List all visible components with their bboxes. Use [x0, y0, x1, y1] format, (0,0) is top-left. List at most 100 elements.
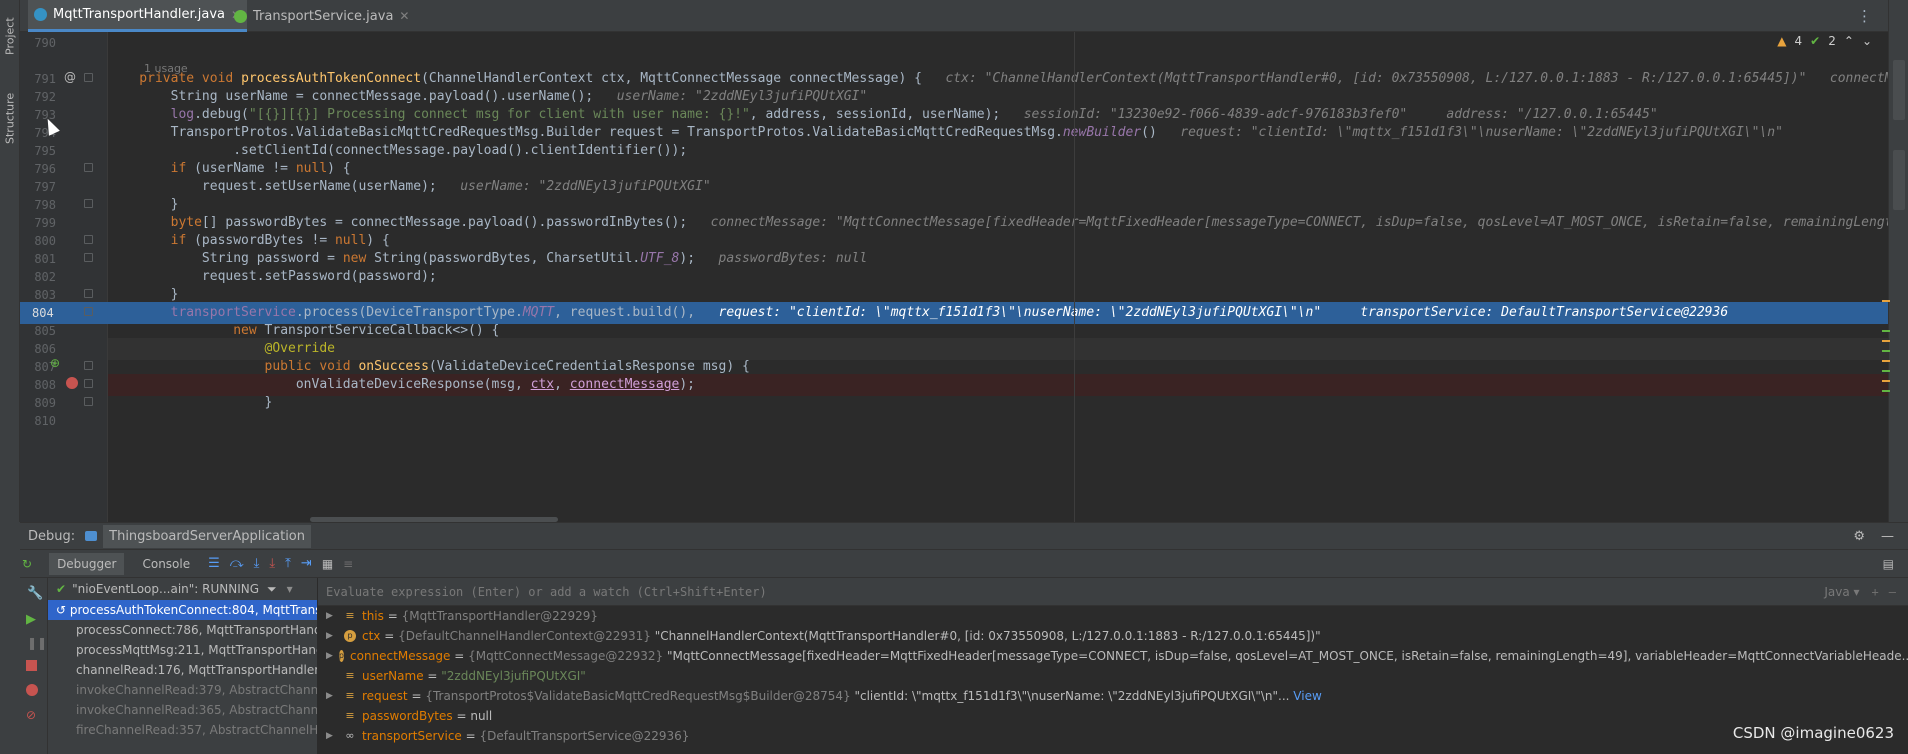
language-selector[interactable]: Java ▾: [1824, 585, 1859, 599]
fold-icon[interactable]: [84, 307, 93, 316]
filter-icon[interactable]: ⏷: [267, 582, 277, 597]
evaluate-expression-icon[interactable]: ▦: [322, 557, 333, 571]
code-token: (): [1141, 125, 1181, 140]
code-token: if: [108, 233, 195, 248]
code-token: ) {: [366, 233, 390, 248]
variable-name: ctx: [362, 629, 381, 643]
trace-stream-icon[interactable]: ≡: [343, 557, 353, 571]
expand-icon[interactable]: ▶: [326, 726, 338, 746]
resume-icon[interactable]: ▶: [26, 612, 36, 627]
variable-row[interactable]: ▶ ≡ this = {MqttTransportHandler@22929}: [318, 606, 1908, 626]
variable-row[interactable]: ≡ userName = "2zddNEyl3jufiPQUtXGI": [318, 666, 1908, 686]
inline-debug-value: request: "clientId: \"mqttx_f151d1f3\"\n…: [1180, 125, 1783, 140]
error-stripe-mark[interactable]: [1882, 380, 1890, 382]
variable-row[interactable]: ▶ ≡ request = {TransportProtos$ValidateBas…: [318, 686, 1908, 706]
code-token: );: [679, 377, 696, 392]
stack-frame[interactable]: ↺ processAuthTokenConnect:804, MqttTrans…: [48, 600, 317, 620]
code-line-810[interactable]: [108, 410, 1888, 432]
notifications-tool-tab[interactable]: [1893, 150, 1905, 210]
stack-frame[interactable]: channelRead:176, MqttTransportHandler: [48, 660, 317, 680]
more-tabs-icon[interactable]: ⋮: [1857, 7, 1872, 25]
error-stripe-mark[interactable]: [1882, 330, 1890, 332]
fold-icon[interactable]: [84, 199, 93, 208]
variable-row[interactable]: ▶ ∞ transportService = {DefaultTransportSe…: [318, 726, 1908, 746]
error-stripe-mark[interactable]: [1882, 300, 1890, 302]
settings-gear-icon[interactable]: ⚙: [1853, 529, 1865, 544]
inline-debug-value: sessionId: "13230e92-f066-4839-adcf-9761…: [1023, 107, 1658, 122]
next-highlight-icon[interactable]: ⌄: [1862, 34, 1872, 48]
inspection-widget[interactable]: ▲ 4 ✔ 2 ⌃ ⌄: [1777, 34, 1872, 48]
database-tool-tab[interactable]: [1893, 60, 1905, 120]
breakpoint-icon[interactable]: [66, 377, 78, 389]
mute-breakpoints-icon[interactable]: ⊘: [26, 708, 36, 722]
view-link[interactable]: View: [1289, 686, 1321, 706]
override-icon[interactable]: ⊕: [50, 356, 60, 370]
variable-list: ▶ ≡ this = {MqttTransportHandler@22929} ▶ p…: [318, 606, 1908, 746]
run-to-cursor-icon[interactable]: ⇥: [301, 556, 312, 571]
expand-icon[interactable]: ▶: [326, 606, 338, 626]
variable-row[interactable]: ▶ p connectMessage = {MqttConnectMessage@2…: [318, 646, 1908, 666]
stack-frame[interactable]: processMqttMsg:211, MqttTransportHandler: [48, 640, 317, 660]
force-step-into-icon[interactable]: ⤓: [269, 556, 275, 571]
expand-icon[interactable]: ▶: [326, 626, 338, 646]
expand-icon[interactable]: ▶: [326, 646, 333, 666]
code-token: processAuthTokenConnect: [241, 71, 422, 86]
step-over-icon[interactable]: ⤼: [230, 556, 244, 571]
stack-frame[interactable]: invokeChannelRead:365, AbstractChannelHa…: [48, 700, 317, 720]
inline-debug-value: userName: "2zddNEyl3jufiPQUtXGI": [460, 179, 711, 194]
fold-icon[interactable]: [84, 361, 93, 370]
variable-row[interactable]: ≡ passwordBytes = null: [318, 706, 1908, 726]
previous-highlight-icon[interactable]: ⌃: [1844, 34, 1854, 48]
variable-row[interactable]: ▶ p ctx = {DefaultChannelHandlerContext@22…: [318, 626, 1908, 646]
tab-mqtt-transport-handler[interactable]: MqttTransportHandler.java ✕: [28, 0, 248, 32]
fold-icon[interactable]: [84, 289, 93, 298]
error-stripe-mark[interactable]: [1882, 390, 1890, 392]
close-icon[interactable]: ✕: [399, 9, 409, 23]
code-token: connectMessage: [569, 377, 680, 392]
stack-frame[interactable]: fireChannelRead:357, AbstractChannelHand…: [48, 720, 317, 740]
collapse-icon[interactable]: —: [1889, 585, 1896, 599]
view-breakpoints-icon[interactable]: [26, 684, 38, 696]
hide-panel-icon[interactable]: —: [1881, 529, 1894, 544]
expand-icon[interactable]: ▶: [326, 686, 338, 706]
fold-icon[interactable]: [84, 397, 93, 406]
fold-icon[interactable]: [84, 163, 93, 172]
add-watch-icon[interactable]: +: [1872, 585, 1879, 599]
evaluate-expression-input[interactable]: Evaluate expression (Enter) or add a wat…: [318, 578, 1908, 606]
rerun-icon[interactable]: ↻: [22, 557, 32, 571]
debug-config-tab[interactable]: ThingsboardServerApplication: [103, 524, 312, 548]
step-out-icon[interactable]: ⤒: [285, 556, 291, 571]
pause-icon[interactable]: ❚❚: [27, 636, 47, 650]
step-into-icon[interactable]: ⤓: [254, 556, 260, 571]
fold-icon[interactable]: [84, 253, 93, 262]
implementing-method-icon[interactable]: @: [64, 70, 76, 84]
wrench-icon[interactable]: 🔧: [27, 586, 43, 601]
thread-selector[interactable]: ✔ "nioEventLoop...ain": RUNNING ⏷ ▾: [48, 578, 317, 600]
error-stripe-mark[interactable]: [1882, 340, 1890, 342]
fold-icon[interactable]: [84, 73, 93, 82]
fold-icon[interactable]: [84, 379, 93, 388]
code-editor[interactable]: private void processAuthTokenConnect(Cha…: [108, 32, 1888, 522]
error-stripe-mark[interactable]: [1882, 360, 1890, 362]
code-token: "[{}][{}] Processing connect msg for cli…: [248, 107, 750, 122]
fold-icon[interactable]: [84, 235, 93, 244]
code-token: public void: [108, 359, 359, 374]
tab-console[interactable]: Console: [134, 553, 198, 575]
code-token: log: [108, 107, 195, 122]
chevron-down-icon[interactable]: ▾: [287, 582, 293, 596]
thread-check-icon: ✔: [56, 582, 67, 596]
stack-frame[interactable]: invokeChannelRead:379, AbstractChannelHa…: [48, 680, 317, 700]
error-stripe-mark[interactable]: [1882, 370, 1890, 372]
usage-hint[interactable]: 1 usage: [144, 62, 188, 75]
tab-transport-service[interactable]: TransportService.java ✕: [228, 0, 415, 32]
structure-tool-tab[interactable]: Structure: [1, 86, 19, 150]
stack-frame[interactable]: processConnect:786, MqttTransportHandler: [48, 620, 317, 640]
code-token: .process(DeviceTransportType.: [295, 305, 523, 320]
show-frames-icon[interactable]: ☰: [208, 556, 220, 571]
error-stripe-mark[interactable]: [1882, 350, 1890, 352]
code-line-790[interactable]: [108, 32, 1888, 54]
project-tool-tab[interactable]: Project: [1, 8, 19, 64]
tab-debugger[interactable]: Debugger: [49, 552, 125, 575]
layout-icon[interactable]: ▤: [1883, 557, 1894, 571]
stop-icon[interactable]: [26, 660, 37, 671]
